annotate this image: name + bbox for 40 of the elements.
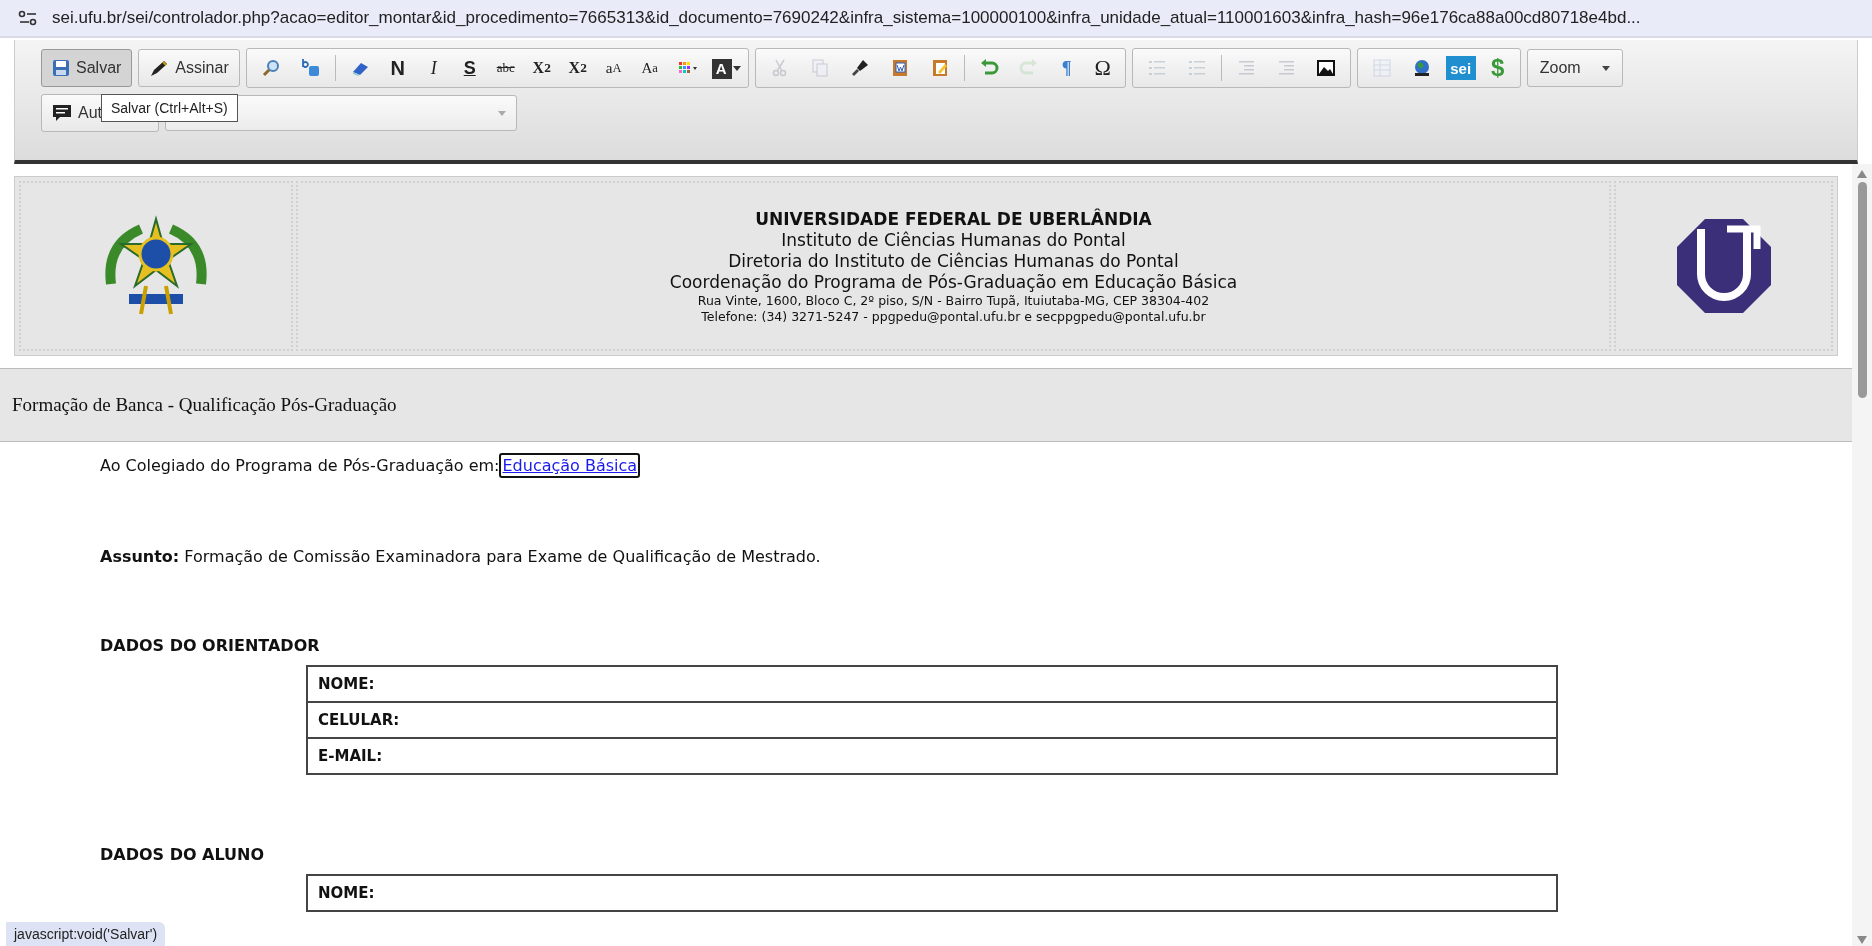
- header-line: Diretoria do Instituto de Ciências Humanas do Pontal: [728, 250, 1179, 271]
- paragraph-button[interactable]: ¶: [1048, 53, 1085, 83]
- zoom-dropdown[interactable]: Zoom: [1526, 49, 1623, 87]
- pen-icon: [149, 59, 170, 77]
- header-line: Instituto de Ciências Humanas do Pontal: [781, 229, 1126, 250]
- italic-button[interactable]: I: [415, 53, 452, 83]
- subject-text: Assunto: Formação de Comissão Examinadora para Exame de Qualificação de Mestrado.: [100, 546, 822, 566]
- form-cell: NOME:: [307, 875, 1557, 911]
- image-icon[interactable]: [1315, 58, 1336, 78]
- form-cell: NOME:: [307, 666, 1557, 702]
- tooltip: Salvar (Ctrl+Alt+S): [101, 94, 238, 122]
- recipient-text: Ao Colegiado do Programa de Pós-Graduação em:: [100, 456, 500, 475]
- form-cell: CELULAR:: [307, 702, 1557, 738]
- search-icon[interactable]: [260, 58, 281, 78]
- header-contact-line: Rua Vinte, 1600, Bloco C, 2º piso, S/N - Bairro Tupã, Ituiutaba-MG, CEP 38304-402: [697, 292, 1210, 308]
- document-title: Formação de Banca - Qualificação Pós-Graduação: [0, 368, 1852, 442]
- find-replace-icon[interactable]: [300, 58, 321, 78]
- scroll-down-icon[interactable]: [1857, 936, 1867, 944]
- caret-icon: [732, 65, 741, 71]
- program-link[interactable]: Educação Básica: [499, 453, 641, 478]
- bold-button[interactable]: N: [379, 53, 416, 83]
- section-heading: DADOS DO ORIENTADOR: [100, 635, 321, 657]
- strikethrough-button[interactable]: abc: [487, 53, 524, 83]
- status-link-preview: javascript:void('Salvar'): [6, 922, 166, 946]
- section-heading: DADOS DO ALUNO: [100, 844, 266, 866]
- scroll-up-icon[interactable]: [1857, 170, 1867, 178]
- header-line: Coordenação do Programa de Pós-Graduação em Educação Básica: [669, 271, 1238, 292]
- underline-button[interactable]: S: [451, 53, 488, 83]
- scrollbar-thumb[interactable]: [1857, 182, 1867, 398]
- special-character-button[interactable]: Ω: [1084, 53, 1121, 83]
- sign-button[interactable]: Assinar: [138, 49, 240, 87]
- university-name: UNIVERSIDADE FEDERAL DE UBERLÂNDIA: [755, 208, 1152, 229]
- caret-icon: [498, 110, 506, 116]
- header-contact-line: Telefone: (34) 3271-5247 - ppgpedu@pontal.ufu.br e secppgpedu@pontal.ufu.br: [701, 308, 1206, 324]
- speech-bubble-icon: [52, 103, 72, 123]
- form-cell: E-MAIL:: [307, 738, 1557, 774]
- save-button[interactable]: Salvar: [41, 49, 133, 87]
- site-settings-icon[interactable]: [18, 10, 38, 26]
- caret-icon: [1601, 65, 1610, 71]
- sei-logo[interactable]: sei: [1445, 56, 1476, 80]
